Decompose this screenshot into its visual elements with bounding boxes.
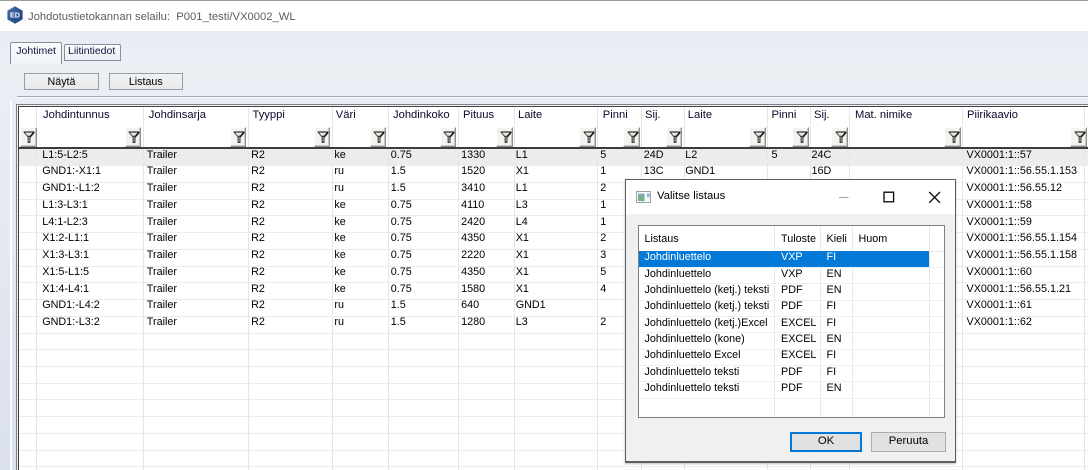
svg-text:ED: ED	[10, 11, 20, 20]
